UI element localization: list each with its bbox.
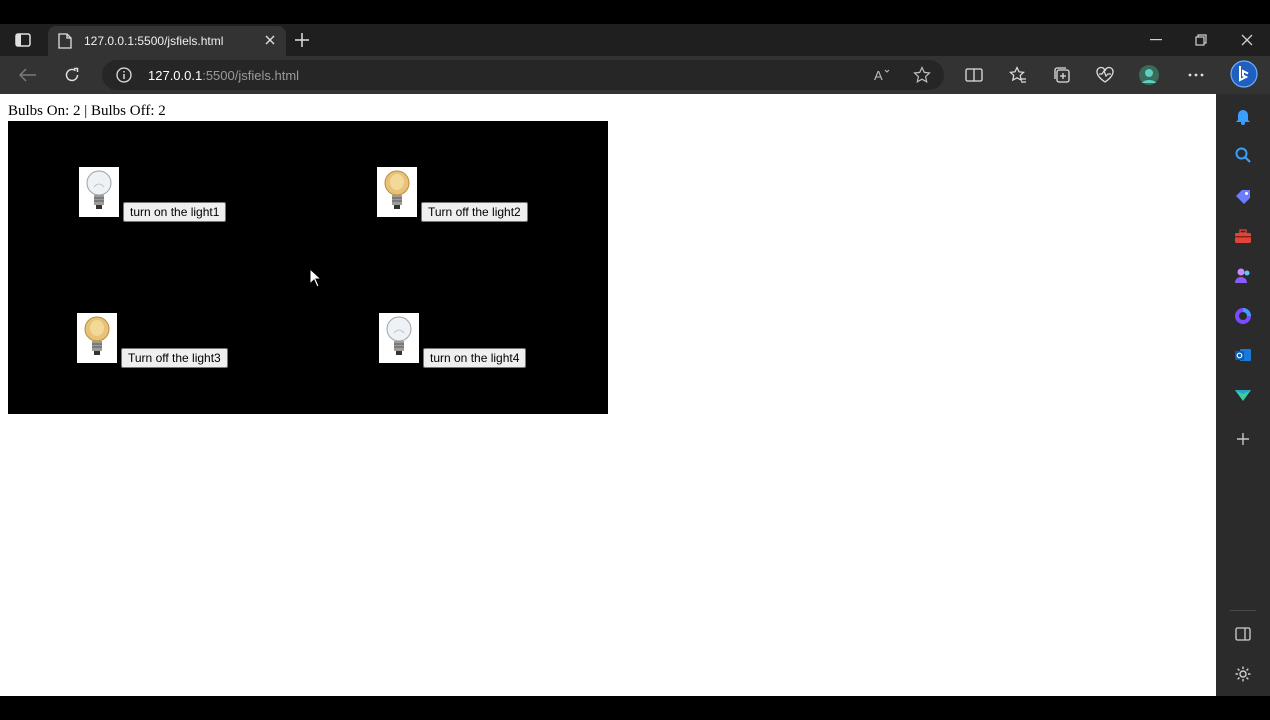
profile-avatar-icon[interactable]	[1138, 65, 1160, 85]
star-icon[interactable]	[912, 66, 932, 84]
bing-icon[interactable]	[1230, 60, 1258, 88]
send-icon[interactable]	[1233, 385, 1253, 405]
toolbox-icon[interactable]	[1233, 226, 1253, 246]
plus-icon[interactable]	[1233, 429, 1253, 449]
favorites-icon[interactable]	[1007, 65, 1029, 85]
page-icon	[58, 33, 72, 49]
back-arrow-icon[interactable]	[16, 64, 40, 86]
address-bar[interactable]: 127.0.0.1:5500/jsfiels.html A	[102, 60, 944, 90]
top-letterbox	[0, 0, 1270, 24]
search-icon[interactable]	[1233, 145, 1253, 165]
bulb-off-icon	[379, 313, 419, 363]
close-icon[interactable]	[262, 32, 278, 48]
browser-toolbar: 127.0.0.1:5500/jsfiels.html A	[0, 56, 1270, 94]
svg-text:A: A	[874, 68, 883, 83]
bell-icon[interactable]	[1233, 106, 1253, 126]
restore-icon[interactable]	[1190, 30, 1212, 50]
bulb-on-icon	[77, 313, 117, 363]
people-icon[interactable]	[1233, 266, 1253, 286]
tab-bar: 127.0.0.1:5500/jsfiels.html	[0, 24, 1270, 56]
page-viewport: Bulbs On: 2 | Bulbs Off: 2 turn on the l…	[0, 94, 1216, 696]
minimize-icon[interactable]	[1145, 30, 1167, 50]
bulb-on-icon	[377, 167, 417, 217]
bulb-off-icon	[79, 167, 119, 217]
sidebar-divider	[1230, 610, 1256, 611]
tab-actions-icon[interactable]	[12, 30, 34, 50]
toggle-light3-button[interactable]: Turn off the light3	[121, 348, 228, 368]
more-icon[interactable]	[1185, 65, 1207, 85]
close-window-icon[interactable]	[1236, 30, 1258, 50]
bulb-stage: turn on the light1 Turn off the light2 T…	[8, 121, 608, 414]
browser-tab[interactable]: 127.0.0.1:5500/jsfiels.html	[48, 26, 286, 56]
edge-sidebar	[1216, 94, 1270, 696]
mouse-cursor-icon	[309, 267, 323, 288]
read-aloud-icon[interactable]: A	[872, 66, 892, 84]
refresh-icon[interactable]	[60, 64, 84, 86]
plus-icon[interactable]	[292, 30, 312, 50]
bottom-letterbox	[0, 696, 1270, 720]
gear-icon[interactable]	[1233, 664, 1253, 684]
outlook-icon[interactable]	[1233, 345, 1253, 365]
tab-title: 127.0.0.1:5500/jsfiels.html	[84, 34, 224, 48]
split-screen-icon[interactable]	[963, 65, 985, 85]
toggle-light4-button[interactable]: turn on the light4	[423, 348, 527, 368]
tag-icon[interactable]	[1233, 186, 1253, 206]
info-icon[interactable]	[116, 67, 132, 83]
url-host: 127.0.0.1	[148, 68, 203, 83]
bulb-status-text: Bulbs On: 2 | Bulbs Off: 2	[8, 103, 166, 119]
collections-icon[interactable]	[1051, 65, 1073, 85]
sidebar-toggle-icon[interactable]	[1233, 624, 1253, 644]
circle-app-icon[interactable]	[1233, 306, 1253, 326]
toggle-light1-button[interactable]: turn on the light1	[123, 202, 227, 222]
toggle-light2-button[interactable]: Turn off the light2	[421, 202, 528, 222]
url-text[interactable]: 127.0.0.1:5500/jsfiels.html	[148, 68, 299, 83]
health-icon[interactable]	[1094, 65, 1116, 85]
url-path: :5500/jsfiels.html	[202, 68, 300, 83]
